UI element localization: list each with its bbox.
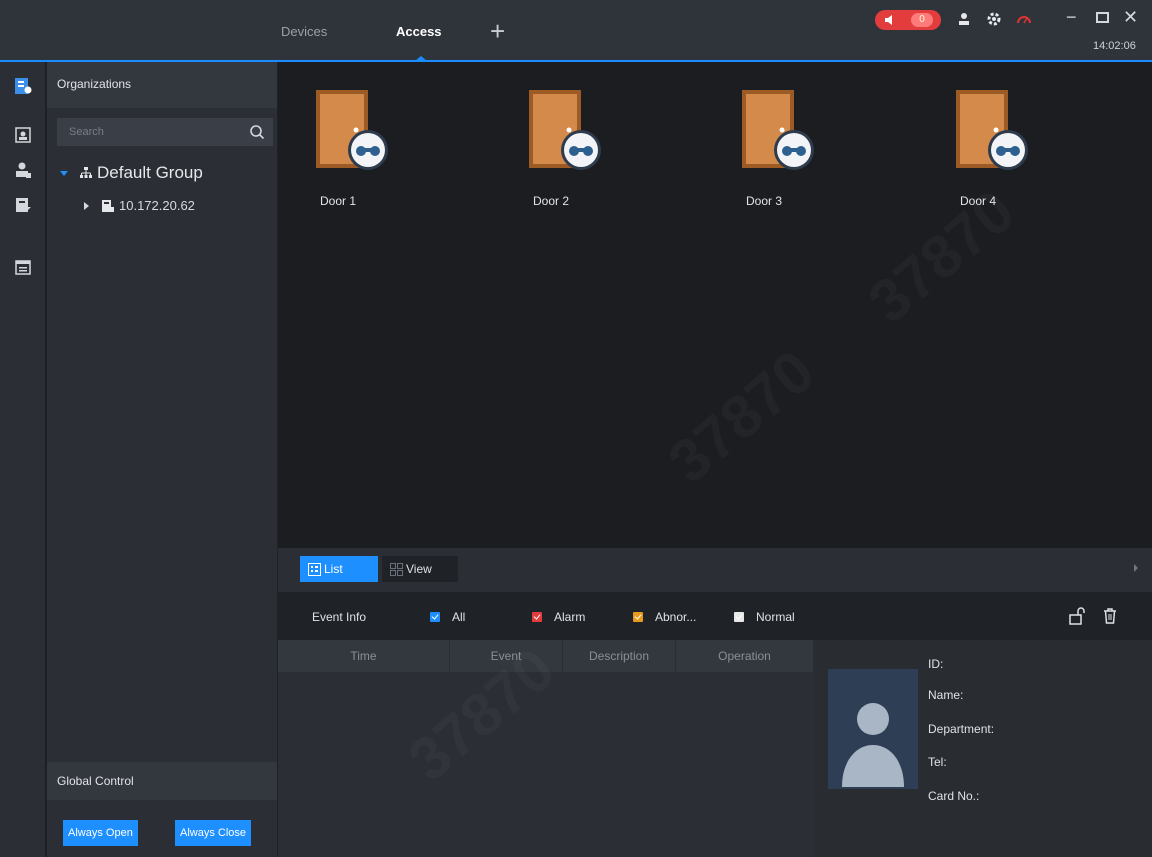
event-info-label: Event Info: [312, 610, 367, 624]
card-no-label: Card No.:: [928, 789, 980, 803]
filter-normal-checkbox[interactable]: Normal: [734, 610, 795, 624]
organization-panel: Organizations Default Group 10.172.20.62…: [47, 62, 277, 857]
door-icon: [956, 90, 1028, 170]
filter-abnormal-label: Abnor...: [655, 610, 697, 624]
search-icon[interactable]: [249, 124, 265, 140]
calendar-icon[interactable]: [14, 258, 32, 276]
tab-devices[interactable]: Devices: [281, 24, 327, 39]
filter-normal-label: Normal: [756, 610, 795, 624]
filter-all-checkbox[interactable]: All: [430, 610, 465, 624]
view-label: View: [406, 562, 432, 576]
checkbox-icon: [734, 612, 744, 622]
unlock-icon[interactable]: [1068, 607, 1086, 625]
door-item[interactable]: Door 1: [278, 90, 388, 210]
close-button[interactable]: ✕: [1123, 8, 1138, 26]
column-time[interactable]: Time: [278, 640, 450, 672]
column-operation[interactable]: Operation: [676, 640, 814, 672]
minimize-button[interactable]: −: [1066, 8, 1077, 26]
avatar: [828, 669, 918, 789]
personnel-icon[interactable]: [14, 161, 32, 179]
grid-view-button[interactable]: View: [382, 556, 458, 582]
filter-abnormal-checkbox[interactable]: Abnor...: [633, 610, 696, 624]
door-name: Door 2: [533, 194, 570, 208]
filter-alarm-label: Alarm: [554, 610, 586, 624]
door-item[interactable]: Door 4: [918, 90, 1028, 210]
column-description[interactable]: Description: [563, 640, 676, 672]
watermark: 37870: [655, 336, 827, 496]
access-console-icon[interactable]: [14, 77, 32, 95]
door-icon: [529, 90, 601, 170]
filter-all-label: All: [452, 610, 466, 624]
name-label: Name:: [928, 688, 964, 702]
gear-icon[interactable]: [986, 11, 1002, 27]
tree-node-device[interactable]: 10.172.20.62: [81, 198, 195, 213]
maximize-button[interactable]: [1096, 11, 1109, 24]
module-rail: [0, 62, 46, 857]
door-name: Door 4: [960, 194, 997, 208]
access-record-icon[interactable]: [14, 196, 32, 214]
organizations-title: Organizations: [57, 77, 132, 91]
table-header: Time Event Description Operation: [278, 640, 814, 672]
person-info-panel: ID: Name: Department: Tel: Card No.:: [814, 640, 1152, 857]
tel-label: Tel:: [928, 755, 947, 769]
organizations-header: Organizations: [47, 62, 277, 108]
organization-icon: [80, 167, 92, 178]
checkbox-icon: [633, 612, 643, 622]
id-label: ID:: [928, 657, 944, 671]
tab-access[interactable]: Access: [396, 24, 442, 39]
chevron-down-icon[interactable]: [59, 168, 69, 178]
global-control-title: Global Control: [57, 774, 134, 788]
global-control-header: Global Control: [47, 762, 277, 800]
search-input[interactable]: [57, 118, 247, 146]
list-label: List: [324, 562, 343, 576]
grid-icon: [390, 562, 403, 576]
title-bar: Devices Access + 0 − ✕ 14:02:06: [0, 0, 1152, 62]
device-label: 10.172.20.62: [119, 198, 195, 213]
door-grid: 37870 37870 Door 1 Door 2 Door 3 Door 4: [278, 62, 1152, 548]
department-label: Department:: [928, 722, 995, 736]
list-view-button[interactable]: List: [300, 556, 378, 582]
door-name: Door 3: [746, 194, 783, 208]
person-silhouette-icon: [842, 703, 904, 787]
expand-arrow[interactable]: [1134, 564, 1138, 572]
speaker-icon: [885, 15, 892, 25]
clock: 14:02:06: [1093, 40, 1136, 52]
event-filter-bar: Event Info All Alarm Abnor... Normal: [278, 592, 1152, 640]
alarm-count: 0: [911, 13, 933, 27]
chevron-right-icon[interactable]: [81, 201, 91, 211]
list-icon: [308, 562, 321, 576]
door-icon: [742, 90, 814, 170]
trash-icon[interactable]: [1101, 607, 1119, 625]
checkbox-icon: [430, 612, 440, 622]
performance-gauge-icon[interactable]: [1016, 11, 1032, 27]
search-box[interactable]: [57, 118, 273, 146]
door-icon: [316, 90, 388, 170]
device-icon: [102, 199, 114, 212]
door-name: Door 1: [320, 194, 357, 208]
always-close-button[interactable]: Always Close: [175, 820, 252, 846]
checkbox-icon: [532, 612, 542, 622]
view-toolbar: List View: [278, 548, 1152, 592]
user-icon[interactable]: [956, 11, 972, 27]
filter-alarm-checkbox[interactable]: Alarm: [532, 610, 585, 624]
alarm-indicator[interactable]: 0: [875, 10, 941, 30]
tree-node-default-group[interactable]: Default Group: [59, 163, 203, 183]
event-table: Time Event Description Operation 37870: [278, 640, 814, 857]
add-tab-button[interactable]: +: [490, 18, 505, 44]
person-card-icon[interactable]: [14, 126, 32, 144]
always-open-button[interactable]: Always Open: [63, 820, 138, 846]
door-item[interactable]: Door 2: [491, 90, 601, 210]
column-event[interactable]: Event: [450, 640, 563, 672]
group-label: Default Group: [97, 163, 203, 182]
door-item[interactable]: Door 3: [704, 90, 814, 210]
